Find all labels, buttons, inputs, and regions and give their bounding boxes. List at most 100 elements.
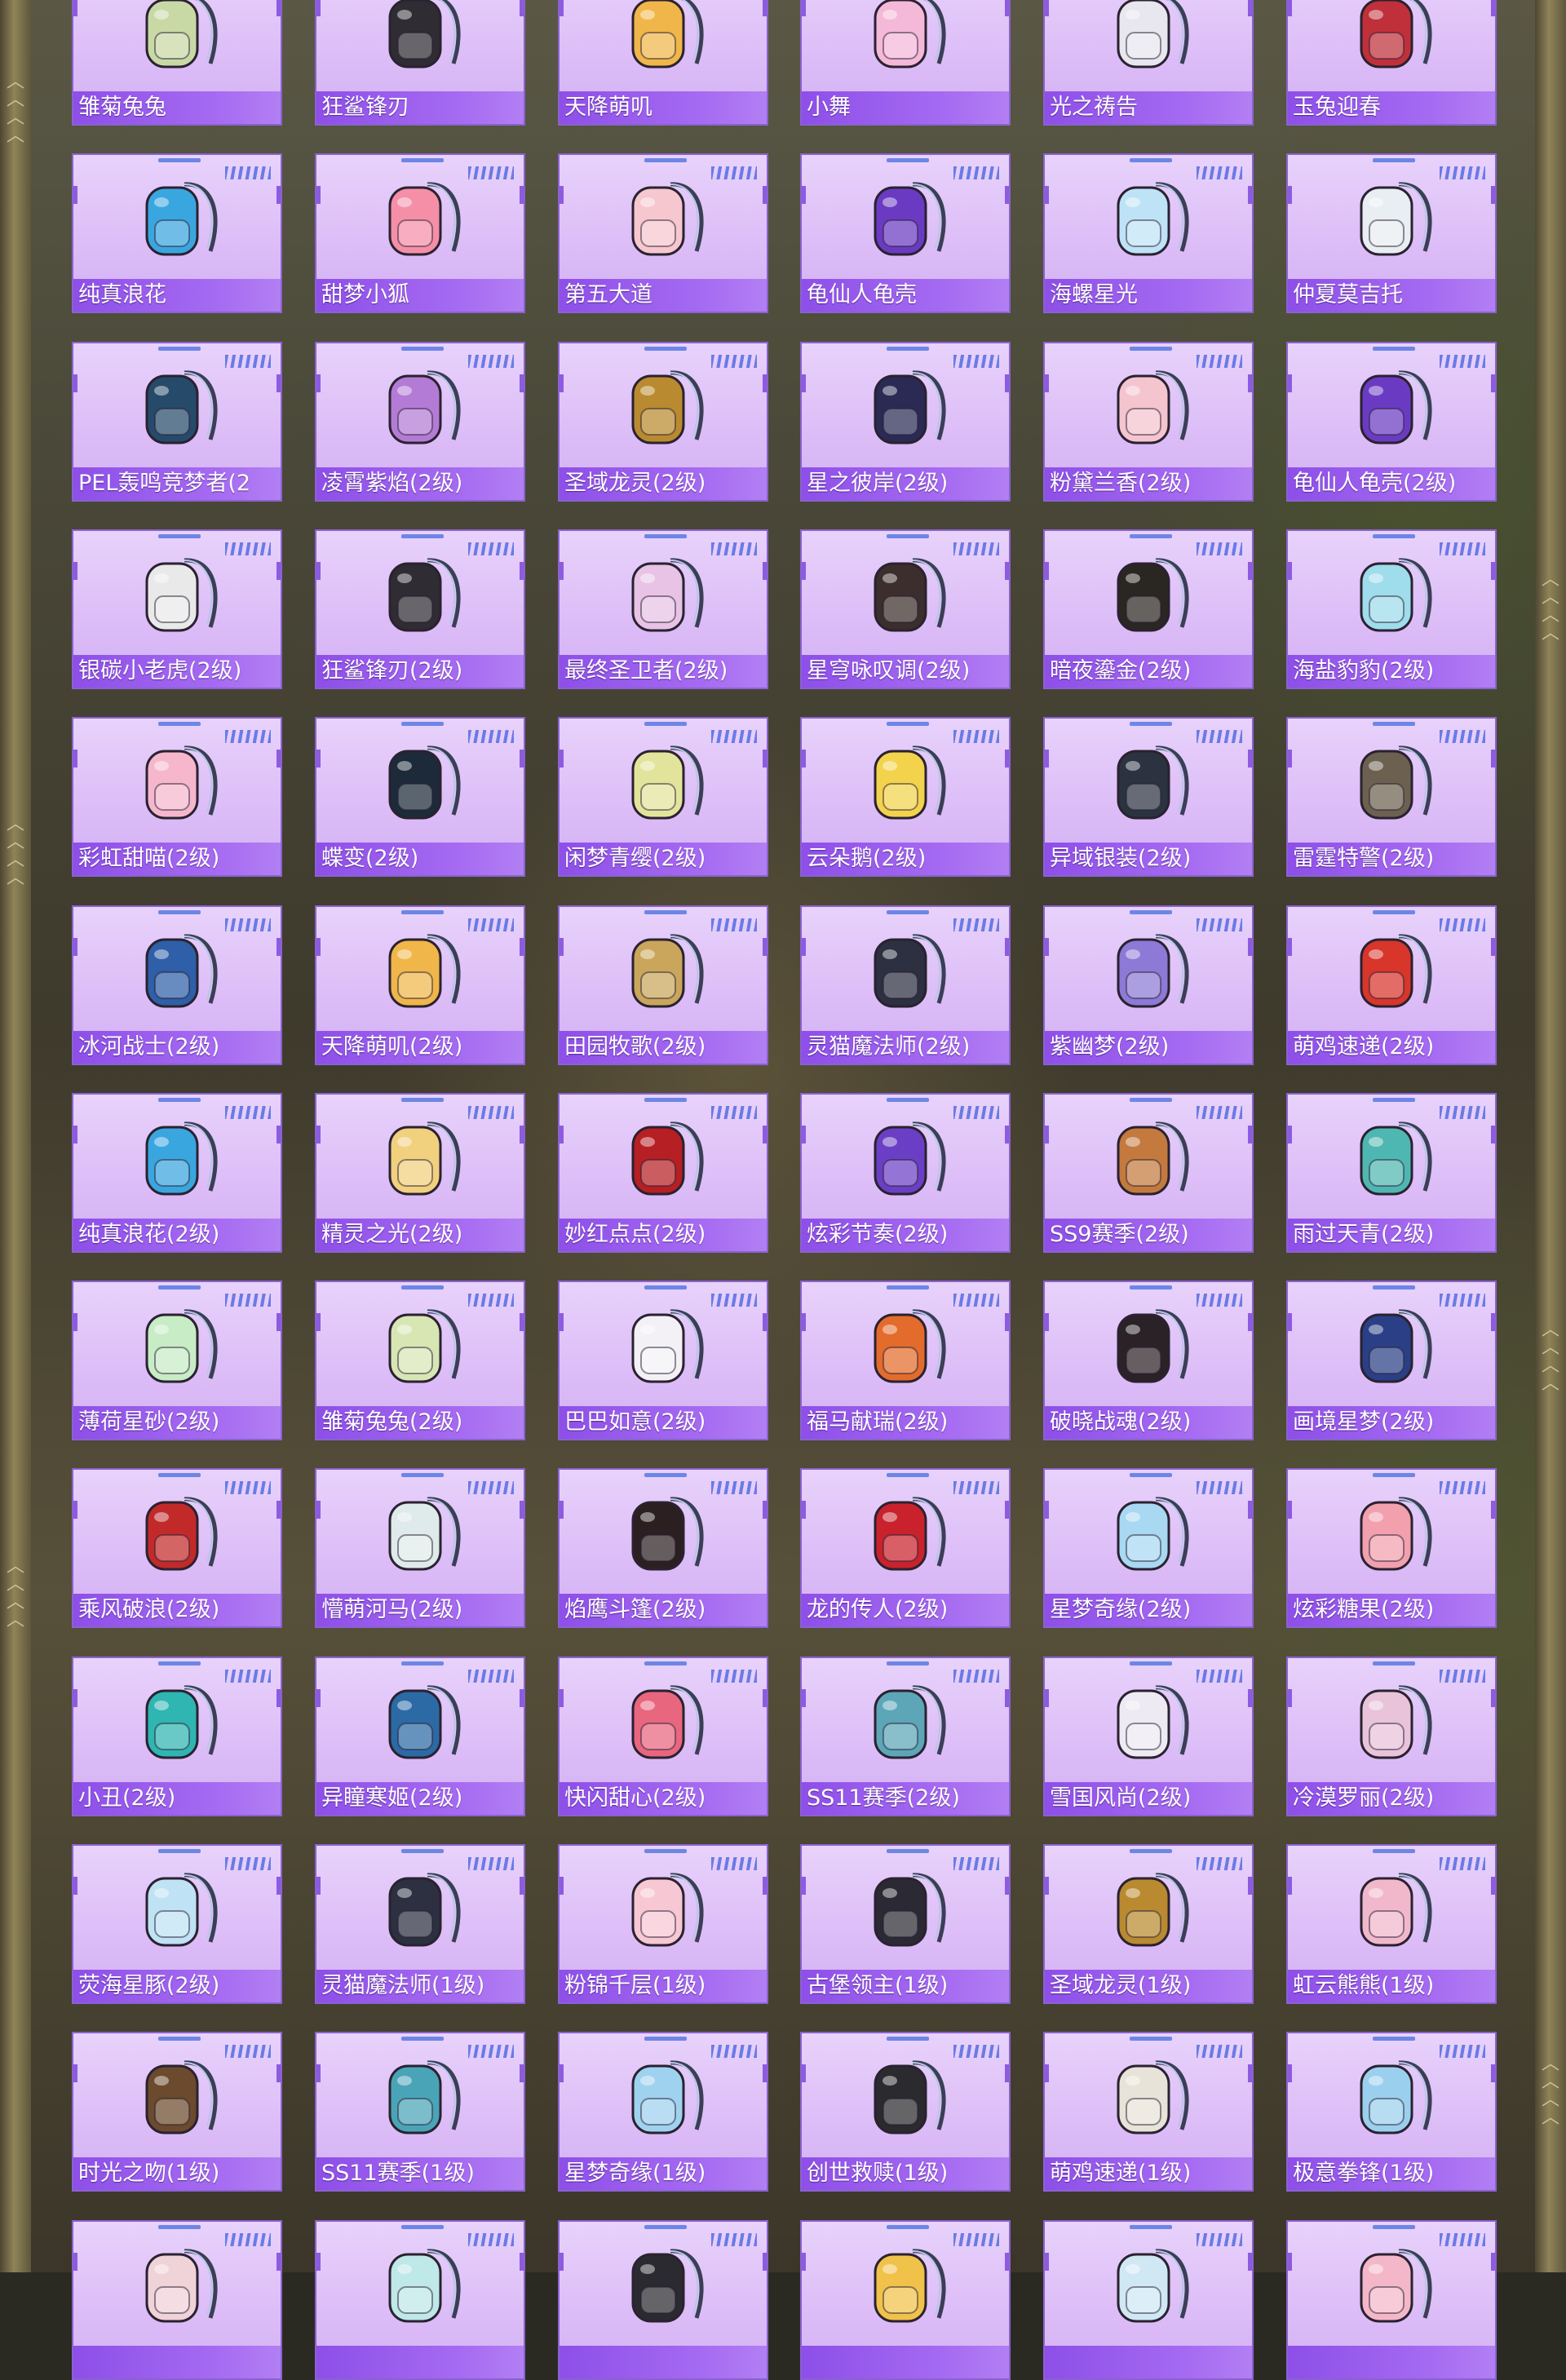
rarity-stripes-icon	[468, 730, 514, 743]
item-card[interactable]: 萌鸡速递(2级)	[1286, 905, 1497, 1065]
item-card[interactable]: 妙红点点(2级)	[558, 1093, 768, 1253]
item-card[interactable]: 龙的传人(2级)	[800, 1468, 1011, 1628]
item-card[interactable]: 雨过天青(2级)	[1286, 1093, 1497, 1253]
item-name-label: 粉锦千层(1级)	[560, 1970, 767, 2002]
item-card[interactable]: 巴巴如意(2级)	[558, 1281, 768, 1440]
rarity-stripes-icon	[1197, 542, 1242, 555]
item-card[interactable]: 纯真浪花	[72, 153, 282, 313]
item-card[interactable]: 闲梦青缨(2级)	[558, 717, 768, 877]
item-card[interactable]: 粉黛兰香(2级)	[1043, 342, 1254, 502]
item-card[interactable]: 狂鲨锋刃	[315, 0, 525, 126]
item-card[interactable]: 紫幽梦(2级)	[1043, 905, 1254, 1065]
item-card[interactable]: 萌鸡速递(1级)	[1043, 2032, 1254, 2192]
item-card[interactable]: 冷漠罗丽(2级)	[1286, 1657, 1497, 1816]
item-card[interactable]: 星梦奇缘(2级)	[1043, 1468, 1254, 1628]
item-card[interactable]: 时光之吻(1级)	[72, 2032, 282, 2192]
item-card[interactable]: 星梦奇缘(1级)	[558, 2032, 768, 2192]
item-card[interactable]: 天降萌叽	[558, 0, 768, 126]
item-card[interactable]	[72, 2220, 282, 2380]
item-card[interactable]: 荧海星豚(2级)	[72, 1844, 282, 2004]
item-card[interactable]	[1286, 2220, 1497, 2380]
item-card[interactable]: 粉锦千层(1级)	[558, 1844, 768, 2004]
item-card[interactable]	[1043, 2220, 1254, 2380]
item-card[interactable]: 圣域龙灵(1级)	[1043, 1844, 1254, 2004]
chevron-up-icon: ︿ ︿ ︿ ︿	[1541, 1320, 1559, 1394]
item-name-label: 焰鹰斗篷(2级)	[560, 1594, 767, 1626]
item-card[interactable]: 乘风破浪(2级)	[72, 1468, 282, 1628]
item-card[interactable]: 破晓战魂(2级)	[1043, 1281, 1254, 1440]
item-card[interactable]: 福马献瑞(2级)	[800, 1281, 1011, 1440]
card-top-accent	[158, 534, 201, 538]
item-card[interactable]: 雷霆特警(2级)	[1286, 717, 1497, 877]
rarity-stripes-icon	[711, 730, 757, 743]
item-card[interactable]: 精灵之光(2级)	[315, 1093, 525, 1253]
item-card[interactable]: 雏菊兔兔(2级)	[315, 1281, 525, 1440]
item-card[interactable]: SS11赛季(2级)	[800, 1657, 1011, 1816]
item-card[interactable]: 冰河战士(2级)	[72, 905, 282, 1065]
item-card[interactable]: 快闪甜心(2级)	[558, 1657, 768, 1816]
card-top-accent	[1373, 722, 1415, 726]
backpack-icon	[145, 1685, 218, 1759]
item-card[interactable]: PEL轰鸣竞梦者(2	[72, 342, 282, 502]
item-card[interactable]: 小舞	[800, 0, 1011, 126]
item-card[interactable]: 薄荷星砂(2级)	[72, 1281, 282, 1440]
item-card[interactable]: 虹云熊熊(1级)	[1286, 1844, 1497, 2004]
item-card[interactable]: 纯真浪花(2级)	[72, 1093, 282, 1253]
card-top-accent	[1373, 1285, 1415, 1290]
item-card[interactable]: 云朵鹅(2级)	[800, 717, 1011, 877]
item-name-label: SS11赛季(2级)	[802, 1782, 1009, 1815]
item-card[interactable]: 懵萌河马(2级)	[315, 1468, 525, 1628]
item-card[interactable]: 凌霄紫焰(2级)	[315, 342, 525, 502]
backpack-icon	[874, 182, 946, 256]
item-card[interactable]: 最终圣卫者(2级)	[558, 529, 768, 689]
item-card[interactable]: 雏菊兔兔	[72, 0, 282, 126]
item-card[interactable]: 暗夜鎏金(2级)	[1043, 529, 1254, 689]
item-card[interactable]: 古堡领主(1级)	[800, 1844, 1011, 2004]
item-card[interactable]: 创世救赎(1级)	[800, 2032, 1011, 2192]
card-top-accent	[887, 910, 929, 914]
card-top-accent	[644, 534, 687, 538]
item-card[interactable]: 甜梦小狐	[315, 153, 525, 313]
item-card[interactable]: 灵猫魔法师(1级)	[315, 1844, 525, 2004]
item-card[interactable]: 异域银装(2级)	[1043, 717, 1254, 877]
rarity-stripes-icon	[225, 918, 271, 931]
item-card[interactable]: 龟仙人龟壳	[800, 153, 1011, 313]
item-card[interactable]: 海盐豹豹(2级)	[1286, 529, 1497, 689]
item-card[interactable]: 焰鹰斗篷(2级)	[558, 1468, 768, 1628]
item-card[interactable]: 仲夏莫吉托	[1286, 153, 1497, 313]
item-card[interactable]: 炫彩糖果(2级)	[1286, 1468, 1497, 1628]
card-top-accent	[401, 1285, 444, 1290]
rarity-stripes-icon	[1440, 918, 1485, 931]
item-card[interactable]: 第五大道	[558, 153, 768, 313]
item-card[interactable]: 田园牧歌(2级)	[558, 905, 768, 1065]
item-card[interactable]: 海螺星光	[1043, 153, 1254, 313]
item-card[interactable]: 星之彼岸(2级)	[800, 342, 1011, 502]
item-card[interactable]: 异瞳寒姬(2级)	[315, 1657, 525, 1816]
item-card[interactable]	[800, 2220, 1011, 2380]
item-card[interactable]: 灵猫魔法师(2级)	[800, 905, 1011, 1065]
item-card[interactable]: 彩虹甜喵(2级)	[72, 717, 282, 877]
item-card[interactable]: SS9赛季(2级)	[1043, 1093, 1254, 1253]
item-card[interactable]: 龟仙人龟壳(2级)	[1286, 342, 1497, 502]
card-top-accent	[158, 158, 201, 162]
item-card[interactable]: 玉兔迎春	[1286, 0, 1497, 126]
item-card[interactable]: 小丑(2级)	[72, 1657, 282, 1816]
item-card[interactable]: 星穹咏叹调(2级)	[800, 529, 1011, 689]
backpack-icon	[874, 1309, 946, 1383]
item-name-label: 小舞	[802, 91, 1009, 124]
item-card[interactable]	[315, 2220, 525, 2380]
card-top-accent	[401, 534, 444, 538]
item-card[interactable]: 天降萌叽(2级)	[315, 905, 525, 1065]
item-card[interactable]: 炫彩节奏(2级)	[800, 1093, 1011, 1253]
item-card[interactable]	[558, 2220, 768, 2380]
item-card[interactable]: 蝶变(2级)	[315, 717, 525, 877]
item-card[interactable]: 画境星梦(2级)	[1286, 1281, 1497, 1440]
item-card[interactable]: 光之祷告	[1043, 0, 1254, 126]
item-card[interactable]: SS11赛季(1级)	[315, 2032, 525, 2192]
item-card[interactable]: 极意拳锋(1级)	[1286, 2032, 1497, 2192]
item-card[interactable]: 雪国风尚(2级)	[1043, 1657, 1254, 1816]
item-card[interactable]: 圣域龙灵(2级)	[558, 342, 768, 502]
rarity-stripes-icon	[953, 1106, 999, 1119]
item-card[interactable]: 银碳小老虎(2级)	[72, 529, 282, 689]
item-card[interactable]: 狂鲨锋刃(2级)	[315, 529, 525, 689]
